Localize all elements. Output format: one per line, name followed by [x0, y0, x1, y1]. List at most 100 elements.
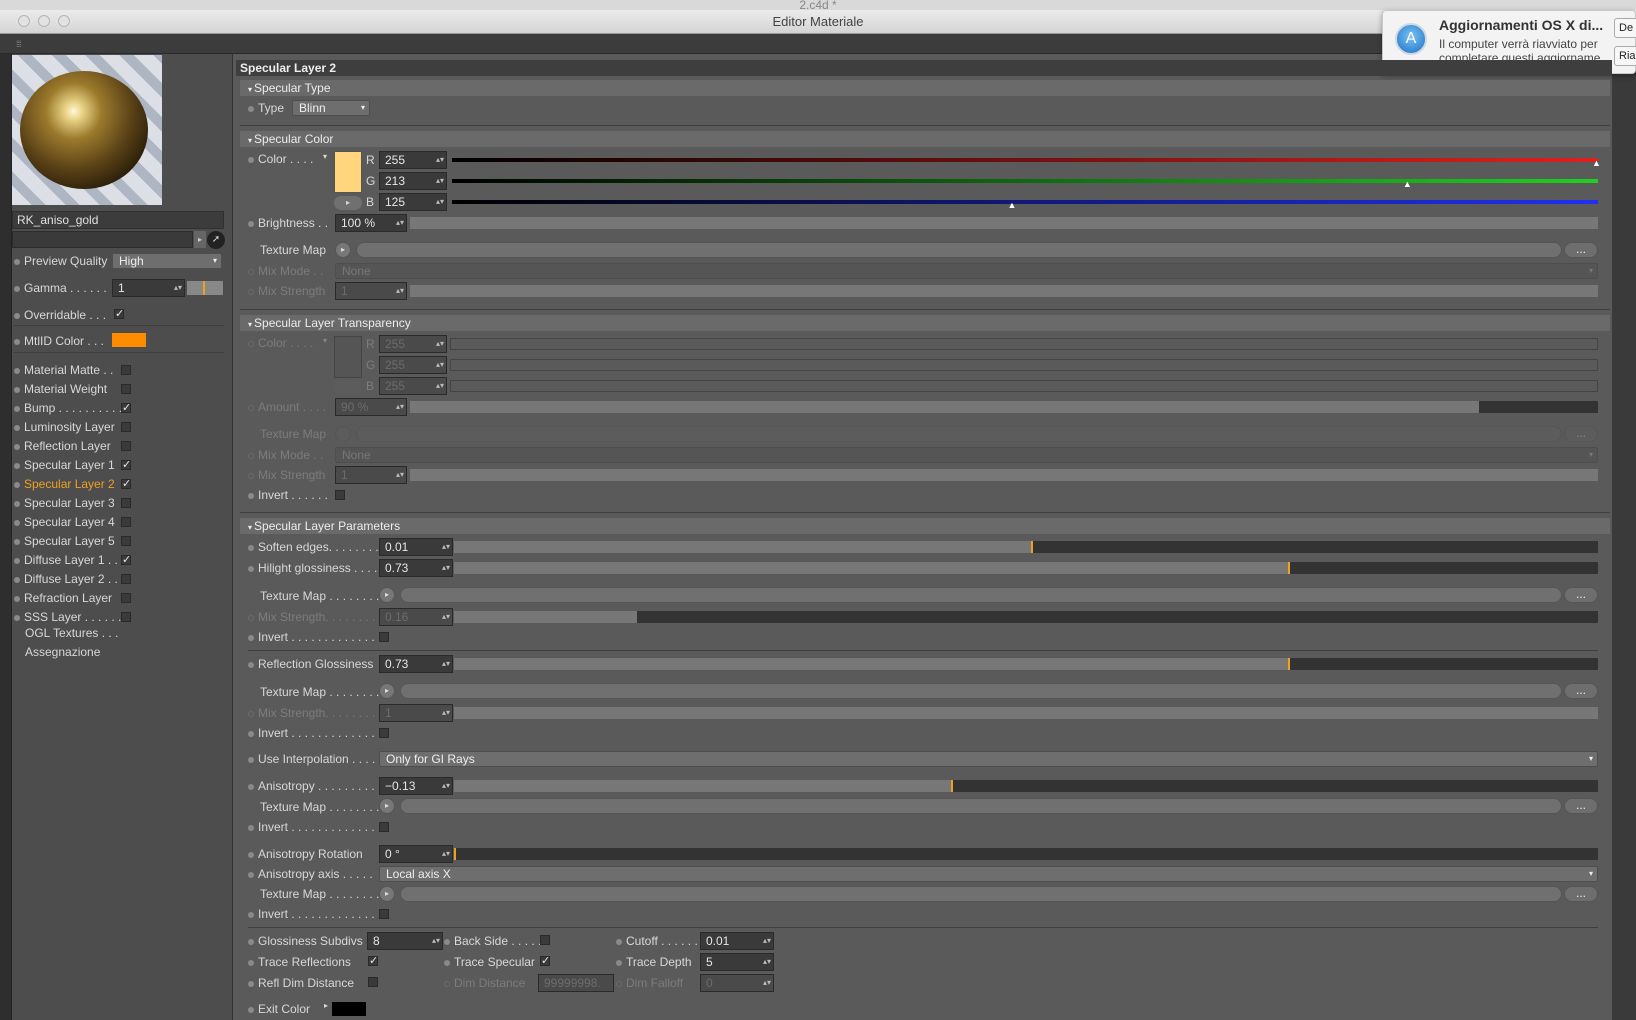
keyframe-dot-icon[interactable]: [248, 288, 254, 295]
keyframe-dot-icon[interactable]: [248, 911, 254, 918]
r-slider[interactable]: [452, 158, 1598, 162]
section-parameters[interactable]: ▾ Specular Layer Parameters: [240, 518, 1610, 534]
back-side-checkbox[interactable]: [540, 935, 550, 945]
tm3-more-button[interactable]: ...: [1564, 798, 1598, 814]
b-slider[interactable]: [452, 200, 1598, 204]
tm2-field[interactable]: [400, 683, 1562, 699]
keyframe-dot-icon[interactable]: [14, 500, 20, 507]
b-slider-thumb[interactable]: ▲: [1008, 200, 1017, 210]
tm1-field[interactable]: [400, 587, 1562, 603]
channel-checkbox[interactable]: ✓: [121, 479, 131, 490]
channel-item[interactable]: Diffuse Layer 1 . .: [14, 551, 118, 569]
keyframe-dot-icon[interactable]: [14, 338, 20, 345]
channel-item[interactable]: Bump . . . . . . . . . .: [14, 399, 122, 417]
transparency-expand-button[interactable]: [334, 380, 362, 394]
channel-checkbox[interactable]: [121, 498, 131, 508]
tr-invert-checkbox[interactable]: [335, 490, 345, 500]
brightness-slider[interactable]: [410, 217, 1598, 229]
channel-item[interactable]: Specular Layer 2: [14, 475, 115, 493]
keyframe-dot-icon[interactable]: [248, 756, 254, 763]
tr-mix-strength-slider[interactable]: [410, 469, 1598, 481]
keyframe-dot-icon[interactable]: [14, 443, 20, 450]
channel-checkbox[interactable]: ✓: [121, 403, 131, 414]
keyframe-dot-icon[interactable]: [14, 462, 20, 469]
reflection-glossiness-input[interactable]: 0.73 ▴▾: [379, 655, 453, 673]
keyframe-dot-icon[interactable]: [616, 959, 622, 966]
section-specular-color[interactable]: ▾ Specular Color: [240, 131, 1610, 147]
channel-checkbox[interactable]: ✓: [121, 460, 131, 471]
keyframe-dot-icon[interactable]: [248, 959, 254, 966]
mix-strength-slider[interactable]: [410, 285, 1598, 297]
slider-marker[interactable]: [1030, 541, 1033, 553]
glossiness-subdivs-input[interactable]: 8 ▴▾: [367, 932, 443, 950]
tm2-arrow-button[interactable]: ▸: [379, 683, 395, 699]
keyframe-dot-icon[interactable]: [248, 404, 254, 411]
keyframe-dot-icon[interactable]: [248, 783, 254, 790]
channel-checkbox[interactable]: [121, 593, 131, 603]
keyframe-dot-icon[interactable]: [248, 871, 254, 878]
amount-slider[interactable]: [410, 401, 1598, 413]
mix-strength-input[interactable]: 1 ▴▾: [335, 282, 407, 300]
anisotropy-input[interactable]: −0.13 ▴▾: [379, 777, 453, 795]
keyframe-dot-icon[interactable]: [248, 661, 254, 668]
close-window-button[interactable]: [18, 15, 30, 27]
keyframe-dot-icon[interactable]: [248, 634, 254, 641]
channel-item[interactable]: Specular Layer 4: [14, 513, 115, 531]
channel-item[interactable]: Material Weight: [14, 380, 107, 398]
keyframe-dot-icon[interactable]: [14, 595, 20, 602]
r-slider-thumb[interactable]: ▲: [1592, 158, 1601, 168]
keyframe-dot-icon[interactable]: [248, 614, 254, 621]
keyframe-dot-icon[interactable]: [248, 156, 254, 163]
hilight-glossiness-input[interactable]: 0.73 ▴▾: [379, 559, 453, 577]
keyframe-dot-icon[interactable]: [248, 492, 254, 499]
anisotropy-rotation-input[interactable]: 0 ° ▴▾: [379, 845, 453, 863]
filter-arrow-button[interactable]: ▸: [194, 231, 206, 248]
channel-item[interactable]: Specular Layer 1: [14, 456, 115, 474]
section-specular-type[interactable]: ▾ Specular Type: [240, 80, 1610, 96]
keyframe-dot-icon[interactable]: [248, 544, 254, 551]
zoom-window-button[interactable]: [58, 15, 70, 27]
texture-map-arrow-button[interactable]: ▸: [335, 242, 351, 258]
tm4-field[interactable]: [400, 886, 1562, 902]
hilight-glossiness-slider[interactable]: [454, 562, 1598, 574]
exit-color-arrow-icon[interactable]: ▸: [324, 1001, 328, 1010]
channel-checkbox[interactable]: [121, 422, 131, 432]
keyframe-dot-icon[interactable]: [248, 1006, 254, 1013]
tm4-arrow-button[interactable]: ▸: [379, 886, 395, 902]
keyframe-dot-icon[interactable]: [14, 519, 20, 526]
anisotropy-rotation-slider[interactable]: [454, 848, 1598, 860]
texture-map-more-button[interactable]: ...: [1564, 242, 1598, 258]
channel-item[interactable]: Reflection Layer: [14, 437, 111, 455]
tr-texture-map-arrow-button[interactable]: [335, 426, 351, 442]
mix-mode-select[interactable]: None ▾: [335, 263, 1598, 279]
specular-color-swatch[interactable]: [334, 151, 362, 193]
g-input[interactable]: 213 ▴▾: [379, 172, 447, 190]
filter-field[interactable]: [12, 231, 193, 248]
keyframe-dot-icon[interactable]: [14, 312, 20, 319]
reflection-glossiness-slider[interactable]: [454, 658, 1598, 670]
dim-distance-input[interactable]: 99999998.: [538, 974, 614, 992]
keyframe-dot-icon[interactable]: [616, 938, 622, 945]
r-input[interactable]: 255 ▴▾: [379, 151, 447, 169]
use-interpolation-select[interactable]: Only for GI Rays ▾: [379, 751, 1598, 767]
notification-button-restart[interactable]: Ria: [1614, 46, 1636, 66]
assegnazione-item[interactable]: Assegnazione: [25, 643, 100, 661]
tr-b-input[interactable]: 255 ▴▾: [379, 377, 447, 395]
preview-quality-select[interactable]: High ▾: [112, 253, 222, 269]
grip-icon[interactable]: ⁞⁞⁞: [16, 39, 21, 49]
tm1-more-button[interactable]: ...: [1564, 587, 1598, 603]
tr-g-input[interactable]: 255 ▴▾: [379, 356, 447, 374]
keyframe-dot-icon[interactable]: [14, 538, 20, 545]
channel-checkbox[interactable]: ✓: [121, 555, 131, 566]
keyframe-dot-icon[interactable]: [248, 105, 254, 112]
gamma-input[interactable]: 1 ▴▾: [112, 279, 185, 297]
keyframe-dot-icon[interactable]: [248, 472, 254, 479]
mix1-input[interactable]: 0.16 ▴▾: [379, 608, 453, 626]
keyframe-dot-icon[interactable]: [14, 367, 20, 374]
keyframe-dot-icon[interactable]: [248, 452, 254, 459]
color-menu-icon[interactable]: ▾: [323, 152, 327, 161]
keyframe-dot-icon[interactable]: [444, 959, 450, 966]
channel-checkbox[interactable]: [121, 517, 131, 527]
tr-mix-strength-input[interactable]: 1 ▴▾: [335, 466, 407, 484]
slider-marker[interactable]: [1288, 658, 1291, 670]
